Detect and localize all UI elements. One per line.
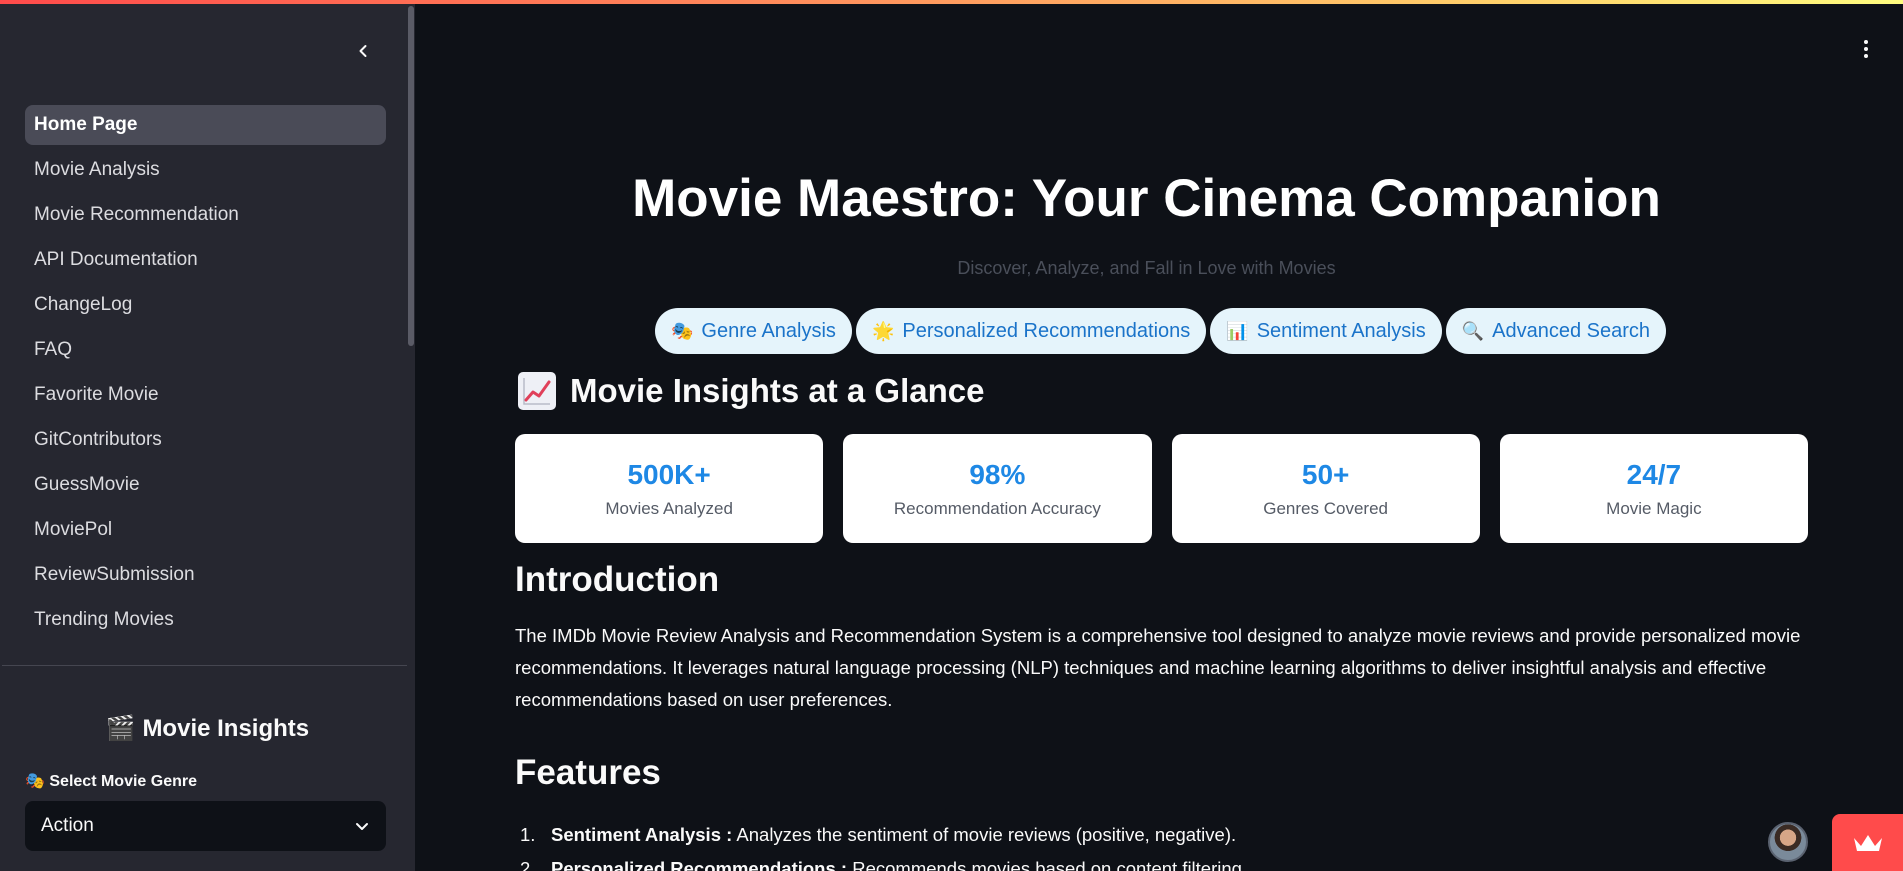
page-title: Movie Maestro: Your Cinema Companion <box>632 169 1661 228</box>
kebab-menu-dot <box>1864 54 1868 58</box>
list-item: 2. Personalized Recommendations : Recomm… <box>515 852 1815 871</box>
advanced-search-pill[interactable]: 🔍 Advanced Search <box>1445 308 1667 354</box>
sidebar-item-trending-movies[interactable]: Trending Movies <box>25 600 386 640</box>
sidebar-item-guess-movie[interactable]: GuessMovie <box>25 465 386 505</box>
sidebar-item-review-submission[interactable]: ReviewSubmission <box>25 555 386 595</box>
stat-card-movies-analyzed: 500K+ Movies Analyzed <box>515 434 824 543</box>
genre-label-text: Select Movie Genre <box>49 773 197 790</box>
personalized-recommendations-pill[interactable]: 🌟 Personalized Recommendations <box>855 308 1207 354</box>
main-menu-button[interactable] <box>1855 36 1877 62</box>
feature-description: Recommends movies based on content filte… <box>847 858 1248 871</box>
collapse-sidebar-button[interactable] <box>350 38 376 64</box>
stat-label: Movie Magic <box>1606 498 1702 518</box>
list-number: 2. <box>520 858 536 871</box>
sidebar-scrollbar[interactable] <box>408 6 414 346</box>
stat-label: Genres Covered <box>1263 498 1388 518</box>
glance-title-text: Movie Insights at a Glance <box>570 372 985 409</box>
sidebar-nav: Home Page Movie Analysis Movie Recommend… <box>25 105 386 645</box>
stat-value: 98% <box>969 458 1026 490</box>
feature-pills: 🎭 Genre Analysis 🌟 Personalized Recommen… <box>655 308 1667 354</box>
stat-card-movie-magic: 24/7 Movie Magic <box>1499 434 1808 543</box>
list-item: 1. Sentiment Analysis : Analyzes the sen… <box>515 818 1815 852</box>
feature-text: Sentiment Analysis : Analyzes the sentim… <box>551 818 1236 852</box>
pill-label: Genre Analysis <box>701 319 836 342</box>
genre-analysis-pill[interactable]: 🎭 Genre Analysis <box>655 308 852 354</box>
glance-heading: Movie Insights at a Glance <box>518 372 984 410</box>
features-heading: Features <box>515 753 661 792</box>
crown-icon <box>1853 834 1882 851</box>
stat-value: 24/7 <box>1626 458 1682 490</box>
features-list: 1. Sentiment Analysis : Analyzes the sen… <box>515 818 1815 871</box>
feature-title: Sentiment Analysis : <box>551 824 733 845</box>
genre-select-label: 🎭 Select Movie Genre <box>25 771 197 791</box>
introduction-paragraph: The IMDb Movie Review Analysis and Recom… <box>515 625 1801 710</box>
stat-card-recommendation-accuracy: 98% Recommendation Accuracy <box>843 434 1152 543</box>
bar-chart-icon: 📊 <box>1226 320 1249 341</box>
theater-masks-icon: 🎭 <box>671 320 694 341</box>
sidebar-item-api-documentation[interactable]: API Documentation <box>25 240 386 280</box>
stat-label: Movies Analyzed <box>605 498 733 518</box>
pill-label: Sentiment Analysis <box>1256 319 1426 342</box>
movie-insights-heading: 🎬 Movie Insights <box>0 714 415 743</box>
stat-card-genres-covered: 50+ Genres Covered <box>1171 434 1480 543</box>
stat-value: 500K+ <box>627 458 711 490</box>
introduction-heading: Introduction <box>515 560 720 599</box>
sidebar-item-favorite-movie[interactable]: Favorite Movie <box>25 375 386 415</box>
stat-value: 50+ <box>1301 458 1350 490</box>
pill-label: Advanced Search <box>1492 319 1651 342</box>
feature-title: Personalized Recommendations : <box>551 858 848 871</box>
avatar[interactable] <box>1768 822 1808 862</box>
chart-increasing-icon <box>518 372 556 410</box>
kebab-menu-dot <box>1864 47 1868 51</box>
list-number: 1. <box>520 824 536 845</box>
theater-masks-icon: 🎭 <box>25 773 45 790</box>
sidebar-item-git-contributors[interactable]: GitContributors <box>25 420 386 460</box>
top-decoration-bar <box>0 0 1903 4</box>
star-icon: 🌟 <box>871 320 895 341</box>
kebab-menu-icon <box>1864 40 1868 44</box>
genre-selected-value: Action <box>41 815 94 836</box>
page-subtitle: Discover, Analyze, and Fall in Love with… <box>957 258 1336 278</box>
stat-label: Recommendation Accuracy <box>893 498 1101 518</box>
movie-insights-title: Movie Insights <box>142 715 310 742</box>
sidebar-item-movie-analysis[interactable]: Movie Analysis <box>25 150 386 190</box>
sentiment-analysis-pill[interactable]: 📊 Sentiment Analysis <box>1210 308 1442 354</box>
sidebar-item-movie-pol[interactable]: MoviePol <box>25 510 386 550</box>
chevron-down-icon <box>356 823 368 830</box>
search-icon: 🔍 <box>1461 320 1485 341</box>
sidebar-item-movie-recommendation[interactable]: Movie Recommendation <box>25 195 386 235</box>
genre-select[interactable]: Action <box>25 801 386 851</box>
sidebar: Home Page Movie Analysis Movie Recommend… <box>0 0 415 871</box>
feature-text: Personalized Recommendations : Recommend… <box>551 852 1247 871</box>
stats-row: 500K+ Movies Analyzed 98% Recommendation… <box>515 434 1808 543</box>
clapperboard-icon: 🎬 <box>105 715 136 742</box>
sidebar-item-changelog[interactable]: ChangeLog <box>25 285 386 325</box>
chevron-left-icon <box>359 45 367 57</box>
streamlit-deploy-button[interactable] <box>1832 814 1903 871</box>
sidebar-divider <box>2 665 407 666</box>
sidebar-item-home-page[interactable]: Home Page <box>25 105 386 145</box>
pill-label: Personalized Recommendations <box>902 319 1191 342</box>
sidebar-item-faq[interactable]: FAQ <box>25 330 386 370</box>
feature-description: Analyzes the sentiment of movie reviews … <box>732 824 1237 845</box>
